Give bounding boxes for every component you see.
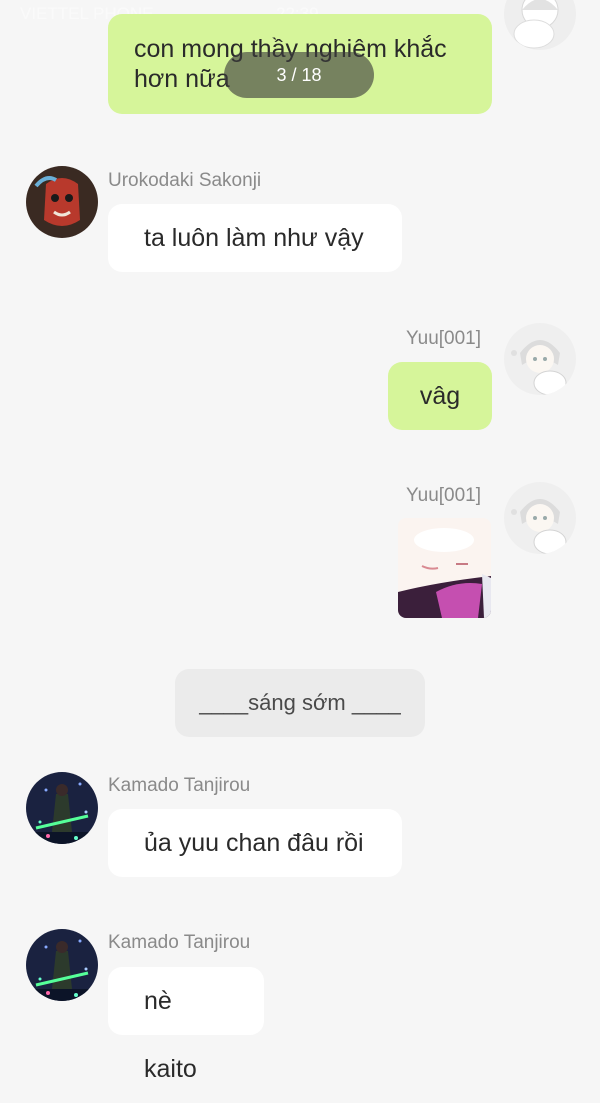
message-bubble-outgoing[interactable]: vâg [388, 362, 492, 430]
avatar-tanjirou[interactable] [26, 929, 98, 1001]
time-divider: ____sáng sớm ____ [175, 669, 425, 737]
sender-name: Urokodaki Sakonji [108, 170, 262, 191]
message-bubble-incoming[interactable]: ta luôn làm như vậy [108, 204, 402, 272]
sender-name: Yuu[001] [406, 485, 482, 506]
message-text: nè kaito [144, 987, 197, 1083]
message-bubble-incoming[interactable]: ủa yuu chan đâu rồi [108, 809, 402, 877]
avatar-urokodaki[interactable] [26, 166, 98, 238]
message-bubble-incoming[interactable]: nè kaito [108, 967, 264, 1083]
avatar-yuu[interactable] [504, 0, 576, 50]
avatar-tanjirou[interactable] [26, 772, 98, 844]
anime-face-image[interactable] [398, 518, 491, 618]
message-text: vâg [419, 382, 461, 410]
message-text: ủa yuu chan đâu rồi [144, 829, 364, 857]
sender-name: Kamado Tanjirou [108, 775, 251, 796]
page-indicator: 3 / 18 [224, 52, 374, 98]
avatar-yuu[interactable] [504, 482, 576, 554]
avatar-yuu[interactable] [504, 323, 576, 395]
sender-name: Kamado Tanjirou [108, 932, 251, 953]
sender-name: Yuu[001] [406, 328, 482, 349]
message-text: ta luôn làm như vậy [144, 224, 364, 252]
